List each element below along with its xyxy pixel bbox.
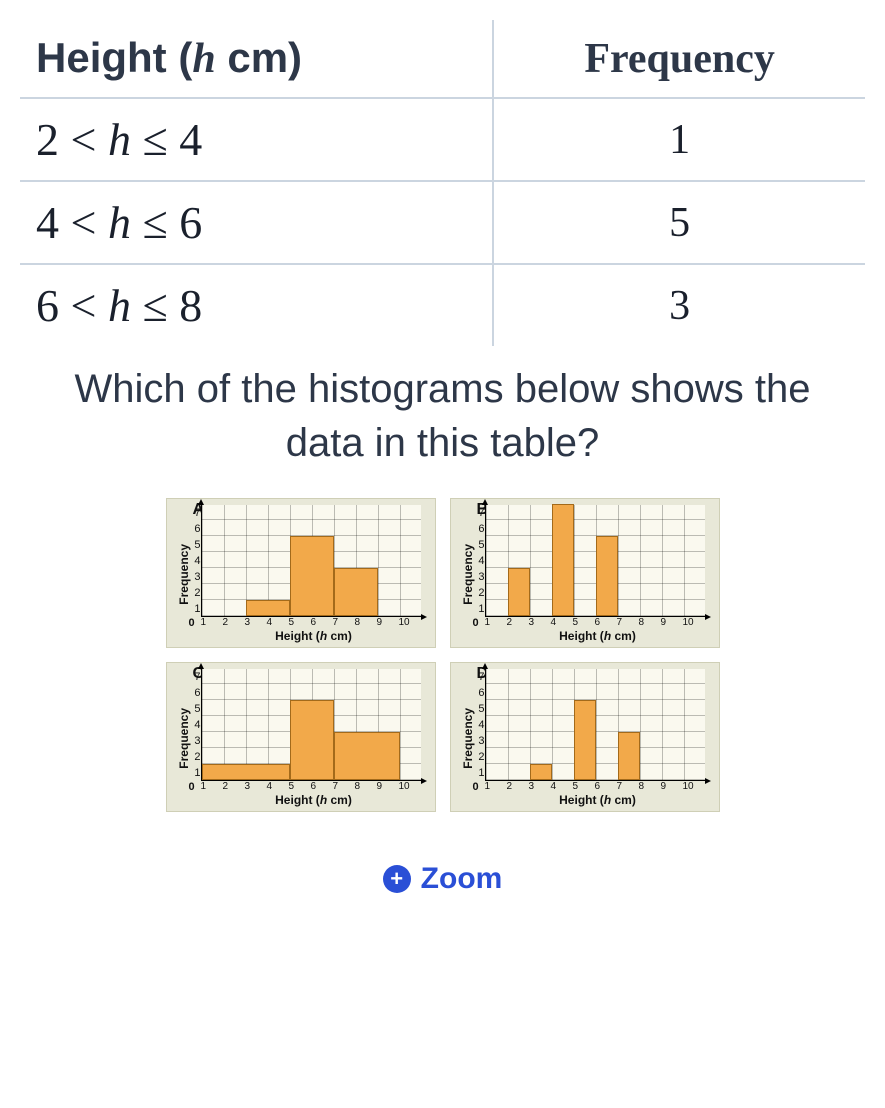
histogram-card[interactable]: BFrequency1234567012345678910Height (h c… xyxy=(450,498,720,648)
y-axis-label: Frequency xyxy=(459,544,475,605)
table-row: 2 < h ≤ 4 1 xyxy=(20,98,865,181)
histogram-card[interactable]: AFrequency1234567012345678910Height (h c… xyxy=(166,498,436,648)
histogram-bar xyxy=(202,764,290,780)
x-axis-ticks: 012345678910 xyxy=(481,781,711,793)
table-header-height: Height (h cm) xyxy=(20,20,493,98)
x-axis-ticks: 012345678910 xyxy=(197,617,427,629)
histogram-card[interactable]: CFrequency1234567012345678910Height (h c… xyxy=(166,662,436,812)
histogram-bar xyxy=(596,536,618,616)
histogram-bar xyxy=(574,700,596,780)
x-axis-label: Height (h cm) xyxy=(485,629,711,643)
x-axis-label: Height (h cm) xyxy=(201,793,427,807)
histogram-bar xyxy=(290,700,334,780)
histogram-bar xyxy=(618,732,640,780)
x-axis-ticks: 012345678910 xyxy=(197,781,427,793)
histogram-plot xyxy=(201,505,421,617)
table-row: 4 < h ≤ 6 5 xyxy=(20,181,865,264)
histogram-bar xyxy=(246,600,290,616)
question-text: Which of the histograms below shows the … xyxy=(20,356,865,498)
histogram-bar xyxy=(552,504,574,616)
table-cell-freq: 1 xyxy=(493,98,865,181)
histogram-bar xyxy=(530,764,552,780)
table-row: 6 < h ≤ 8 3 xyxy=(20,264,865,346)
y-axis-ticks: 1234567 xyxy=(475,505,485,617)
table-header-frequency: Frequency xyxy=(493,20,865,98)
y-axis-label: Frequency xyxy=(175,544,191,605)
frequency-table: Height (h cm) Frequency 2 < h ≤ 4 1 4 < … xyxy=(20,20,865,346)
histogram-card[interactable]: DFrequency1234567012345678910Height (h c… xyxy=(450,662,720,812)
plus-circle-icon: + xyxy=(383,865,411,893)
x-axis-label: Height (h cm) xyxy=(485,793,711,807)
zoom-button[interactable]: + Zoom xyxy=(383,862,503,896)
table-cell-freq: 5 xyxy=(493,181,865,264)
x-axis-ticks: 012345678910 xyxy=(481,617,711,629)
zoom-label: Zoom xyxy=(421,862,503,896)
y-axis-label: Frequency xyxy=(175,708,191,769)
histogram-plot xyxy=(485,669,705,781)
histogram-plot xyxy=(485,505,705,617)
histogram-bar xyxy=(290,536,334,616)
histogram-plot xyxy=(201,669,421,781)
y-axis-ticks: 1234567 xyxy=(191,505,201,617)
table-cell-freq: 3 xyxy=(493,264,865,346)
histogram-bar xyxy=(334,568,378,616)
histogram-bar xyxy=(334,732,400,780)
y-axis-ticks: 1234567 xyxy=(191,669,201,781)
histogram-grid: AFrequency1234567012345678910Height (h c… xyxy=(20,498,865,812)
y-axis-ticks: 1234567 xyxy=(475,669,485,781)
histogram-bar xyxy=(508,568,530,616)
x-axis-label: Height (h cm) xyxy=(201,629,427,643)
y-axis-label: Frequency xyxy=(459,708,475,769)
